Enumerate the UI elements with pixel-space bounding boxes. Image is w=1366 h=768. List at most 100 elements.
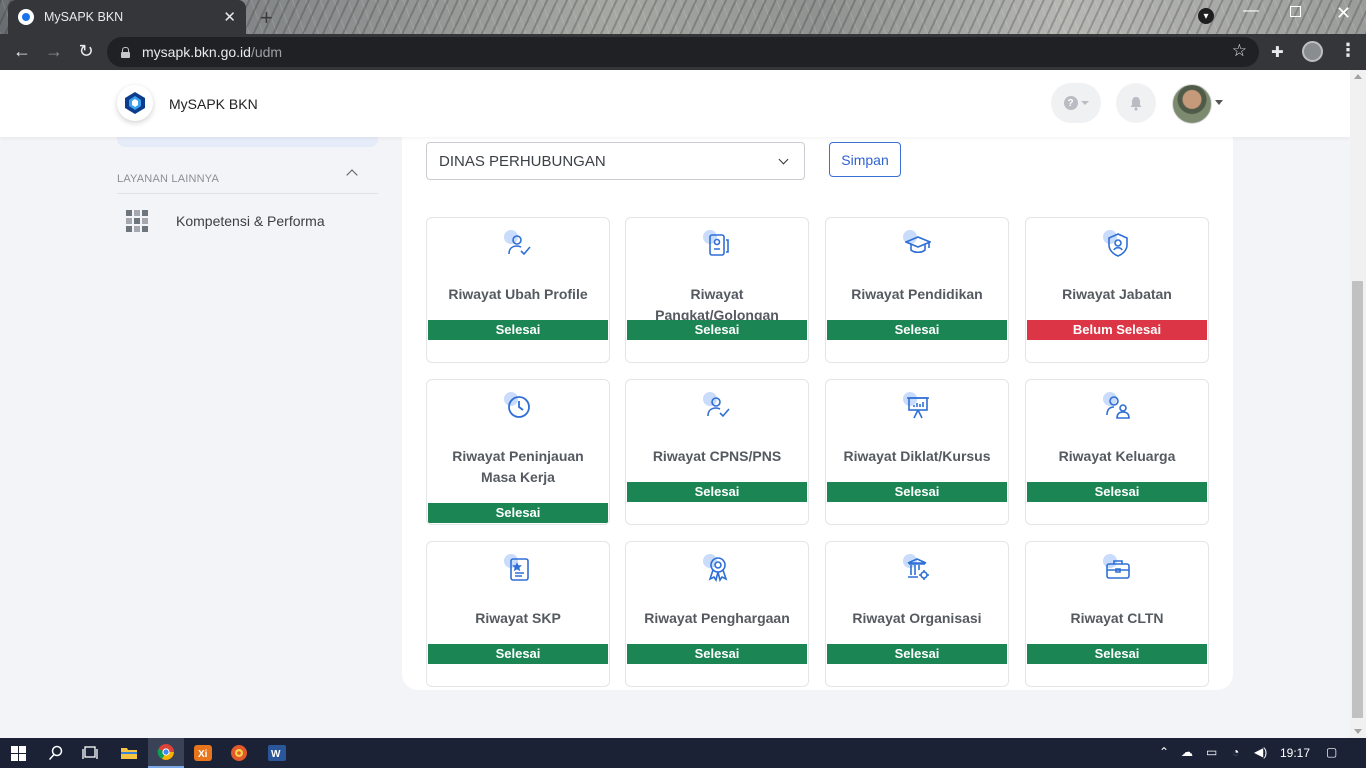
riwayat-card: DINAS PERHUBUNGAN Simpan Riwayat Ubah Pr… <box>402 110 1233 690</box>
app-header: MySAPK BKN ? <box>0 70 1350 137</box>
tile-riwayat-cltn[interactable]: Riwayat CLTN Selesai <box>1025 541 1209 687</box>
badge-shield-icon <box>1103 230 1133 260</box>
status-badge: Selesai <box>1027 482 1207 502</box>
new-tab-icon[interactable]: + <box>260 5 273 31</box>
onedrive-cloud-icon[interactable]: ☁ <box>1181 745 1193 759</box>
tile-riwayat-pendidikan[interactable]: Riwayat Pendidikan Selesai <box>825 217 1009 363</box>
status-badge: Selesai <box>627 644 807 664</box>
sidebar-item-label: Kompetensi & Performa <box>176 213 325 229</box>
url-path: /udm <box>250 44 283 60</box>
bell-icon <box>1130 96 1142 111</box>
page-viewport: MySAPK BKN ? LAYANAN LAINNYA Kompetensi … <box>0 70 1350 738</box>
sidebar-item-kompetensi[interactable]: Kompetensi & Performa <box>117 204 378 238</box>
status-badge: Belum Selesai <box>1027 320 1207 340</box>
forward-arrow-icon[interactable]: → <box>43 41 65 62</box>
lock-icon <box>121 46 130 58</box>
battery-icon[interactable]: ▭ <box>1206 745 1217 759</box>
graduation-cap-icon <box>903 230 933 260</box>
tile-title: Riwayat Keluarga <box>1058 448 1176 464</box>
minimize-icon[interactable]: — <box>1243 2 1259 20</box>
clock-icon <box>504 392 534 422</box>
sidebar-section-header[interactable]: LAYANAN LAINNYA <box>117 169 378 194</box>
sidebar-section-label: LAYANAN LAINNYA <box>117 173 220 185</box>
svg-text:W: W <box>271 749 281 760</box>
grid-icon <box>126 210 148 232</box>
task-view-icon[interactable] <box>74 738 106 768</box>
tile-title: Riwayat Ubah Profile <box>448 286 588 302</box>
user-check-icon <box>504 230 534 260</box>
tile-title: Riwayat Penghargaan <box>644 610 790 626</box>
unit-select[interactable]: DINAS PERHUBUNGAN <box>426 142 805 180</box>
word-icon[interactable]: W <box>260 738 294 768</box>
tile-riwayat-ubah-profile[interactable]: Riwayat Ubah Profile Selesai <box>426 217 610 363</box>
notification-button[interactable] <box>1116 83 1156 123</box>
tile-title: Riwayat CLTN <box>1070 610 1164 626</box>
back-arrow-icon[interactable]: ← <box>11 41 33 62</box>
wifi-icon[interactable]: ◔ <box>1232 745 1239 759</box>
question-icon: ? <box>1063 96 1078 110</box>
status-badge: Selesai <box>827 482 1007 502</box>
tile-riwayat-penghargaan[interactable]: Riwayat Penghargaan Selesai <box>625 541 809 687</box>
file-explorer-icon[interactable] <box>112 738 146 768</box>
tile-riwayat-skp[interactable]: Riwayat SKP Selesai <box>426 541 610 687</box>
chrome-taskbar-icon[interactable] <box>148 738 184 768</box>
app-taskbar-icon[interactable]: Xi <box>186 738 220 768</box>
windows-logo-icon <box>10 745 26 761</box>
tile-riwayat-jabatan[interactable]: Riwayat Jabatan Belum Selesai <box>1025 217 1209 363</box>
windows-taskbar: Xi W ⌃ ☁ ▭ ◔ ◀) 19:17 ▢ <box>0 738 1366 768</box>
clock[interactable]: 19:17 <box>1280 746 1310 760</box>
extensions-puzzle-icon[interactable]: ✚ <box>1271 43 1284 61</box>
tile-title: Riwayat Diklat/Kursus <box>843 448 991 464</box>
notifications-icon[interactable]: ▢ <box>1326 745 1337 759</box>
maximize-icon[interactable] <box>1290 6 1301 17</box>
status-badge: Selesai <box>1027 644 1207 664</box>
scrollbar-thumb[interactable] <box>1352 281 1363 718</box>
address-bar[interactable]: mysapk.bkn.go.id/udm ☆ <box>107 37 1259 67</box>
scroll-up-icon[interactable] <box>1354 74 1362 79</box>
chevron-up-icon[interactable] <box>346 169 358 181</box>
tile-riwayat-keluarga[interactable]: Riwayat Keluarga Selesai <box>1025 379 1209 525</box>
browser-profile-avatar[interactable] <box>1302 41 1323 62</box>
tile-title: Riwayat CPNS/PNS <box>652 448 782 464</box>
browser-tab[interactable]: MySAPK BKN ✕ <box>8 0 246 34</box>
chevron-down-icon <box>778 154 789 165</box>
document-star-icon <box>504 554 534 584</box>
tile-riwayat-peninjauan[interactable]: Riwayat Peninjauan Masa Kerja Selesai <box>426 379 610 525</box>
tab-close-icon[interactable]: ✕ <box>223 8 236 26</box>
building-gear-icon <box>903 554 933 584</box>
unit-select-value: DINAS PERHUBUNGAN <box>439 152 606 170</box>
settings-app-icon[interactable] <box>222 738 256 768</box>
reload-icon[interactable]: ↻ <box>75 41 97 62</box>
avatar-chevron-down-icon[interactable] <box>1215 100 1223 105</box>
tray-chevron-up-icon[interactable]: ⌃ <box>1159 745 1169 759</box>
search-icon[interactable] <box>40 738 72 768</box>
status-badge: Selesai <box>428 503 608 523</box>
bkn-logo[interactable] <box>117 85 153 121</box>
status-badge: Selesai <box>627 320 807 340</box>
tile-title: Riwayat SKP <box>475 610 561 626</box>
help-button[interactable]: ? <box>1051 83 1101 123</box>
scroll-down-icon[interactable] <box>1354 729 1362 734</box>
tile-title: Riwayat Pendidikan <box>851 286 983 302</box>
status-badge: Selesai <box>627 482 807 502</box>
tab-search-icon[interactable]: ▾ <box>1198 8 1214 24</box>
volume-icon[interactable]: ◀) <box>1254 745 1267 759</box>
presentation-board-icon <box>903 392 933 422</box>
tile-riwayat-cpns-pns[interactable]: Riwayat CPNS/PNS Selesai <box>625 379 809 525</box>
tile-riwayat-diklat[interactable]: Riwayat Diklat/Kursus Selesai <box>825 379 1009 525</box>
window-close-icon[interactable]: ✕ <box>1336 3 1351 24</box>
status-badge: Selesai <box>827 644 1007 664</box>
user-avatar[interactable] <box>1172 84 1212 124</box>
bookmark-star-icon[interactable]: ☆ <box>1232 41 1247 61</box>
tile-title: Riwayat Organisasi <box>852 610 982 626</box>
briefcase-icon <box>1103 554 1133 584</box>
status-badge: Selesai <box>428 644 608 664</box>
browser-toolbar: ← → ↻ mysapk.bkn.go.id/udm ☆ ✚ ⋮ <box>0 34 1366 70</box>
status-badge: Selesai <box>827 320 1007 340</box>
tile-riwayat-organisasi[interactable]: Riwayat Organisasi Selesai <box>825 541 1009 687</box>
page-scrollbar[interactable] <box>1350 70 1366 738</box>
tile-riwayat-pangkat[interactable]: Riwayat Pangkat/Golongan Selesai <box>625 217 809 363</box>
browser-menu-icon[interactable]: ⋮ <box>1339 40 1357 61</box>
simpan-button[interactable]: Simpan <box>829 142 901 177</box>
start-button[interactable] <box>0 738 36 768</box>
